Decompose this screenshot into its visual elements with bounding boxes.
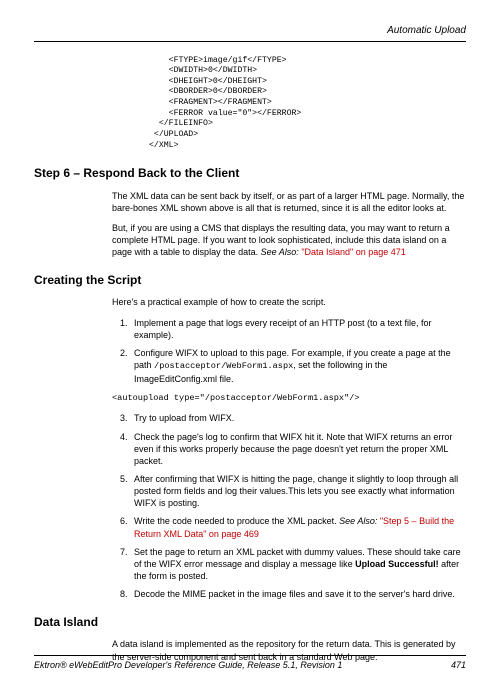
list-item: Check the page's log to confirm that WIF… — [130, 431, 466, 467]
see-also-label-2: See Also: — [339, 516, 380, 526]
document-page: Automatic Upload <FTYPE>image/gif</FTYPE… — [0, 0, 500, 689]
step-1-text: Implement a page that logs every receipt… — [134, 318, 431, 340]
running-header: Automatic Upload — [34, 24, 466, 42]
page-number: 471 — [451, 659, 466, 671]
heading-data-island: Data Island — [34, 614, 466, 630]
step-5-text: After confirming that WIFX is hitting th… — [134, 474, 458, 508]
heading-creating-script: Creating the Script — [34, 272, 466, 288]
step-7-bold: Upload Successful! — [355, 559, 439, 569]
creating-intro: Here's a practical example of how to cre… — [112, 296, 466, 308]
page-footer: Ektron® eWebEditPro Developer's Referenc… — [34, 655, 466, 671]
step6-body: The XML data can be sent back by itself,… — [112, 190, 466, 259]
script-steps-list: Implement a page that logs every receipt… — [112, 317, 466, 385]
step-3-text: Try to upload from WIFX. — [134, 413, 234, 423]
list-item: Try to upload from WIFX. — [130, 412, 466, 424]
xml-code-block: <FTYPE>image/gif</FTYPE> <DWIDTH>0</DWID… — [149, 56, 466, 152]
step-4-text: Check the page's log to confirm that WIF… — [134, 432, 452, 466]
footer-text: Ektron® eWebEditPro Developer's Referenc… — [34, 659, 342, 671]
step-6-text-a: Write the code needed to produce the XML… — [134, 516, 339, 526]
header-section-title: Automatic Upload — [387, 25, 466, 36]
see-also-label: See Also: — [261, 247, 302, 257]
link-data-island[interactable]: "Data Island" on page 471 — [301, 247, 405, 257]
script-steps-list-cont: Try to upload from WIFX. Check the page'… — [112, 412, 466, 600]
autoupload-code: <autoupload type="/postacceptor/WebForm1… — [112, 393, 466, 405]
list-item: Implement a page that logs every receipt… — [130, 317, 466, 341]
list-item: After confirming that WIFX is hitting th… — [130, 473, 466, 509]
step6-para-2: But, if you are using a CMS that display… — [112, 222, 466, 258]
list-item: Decode the MIME packet in the image file… — [130, 588, 466, 600]
step6-para-1: The XML data can be sent back by itself,… — [112, 190, 466, 214]
creating-intro-wrap: Here's a practical example of how to cre… — [112, 296, 466, 384]
list-item: Write the code needed to produce the XML… — [130, 515, 466, 539]
list-item: Configure WIFX to upload to this page. F… — [130, 347, 466, 385]
creating-list-cont: Try to upload from WIFX. Check the page'… — [112, 412, 466, 600]
step-8-text: Decode the MIME packet in the image file… — [134, 589, 455, 599]
inline-code-path: /postacceptor/WebForm1.aspx — [154, 361, 293, 371]
list-item: Set the page to return an XML packet wit… — [130, 546, 466, 582]
heading-step6: Step 6 – Respond Back to the Client — [34, 165, 466, 181]
